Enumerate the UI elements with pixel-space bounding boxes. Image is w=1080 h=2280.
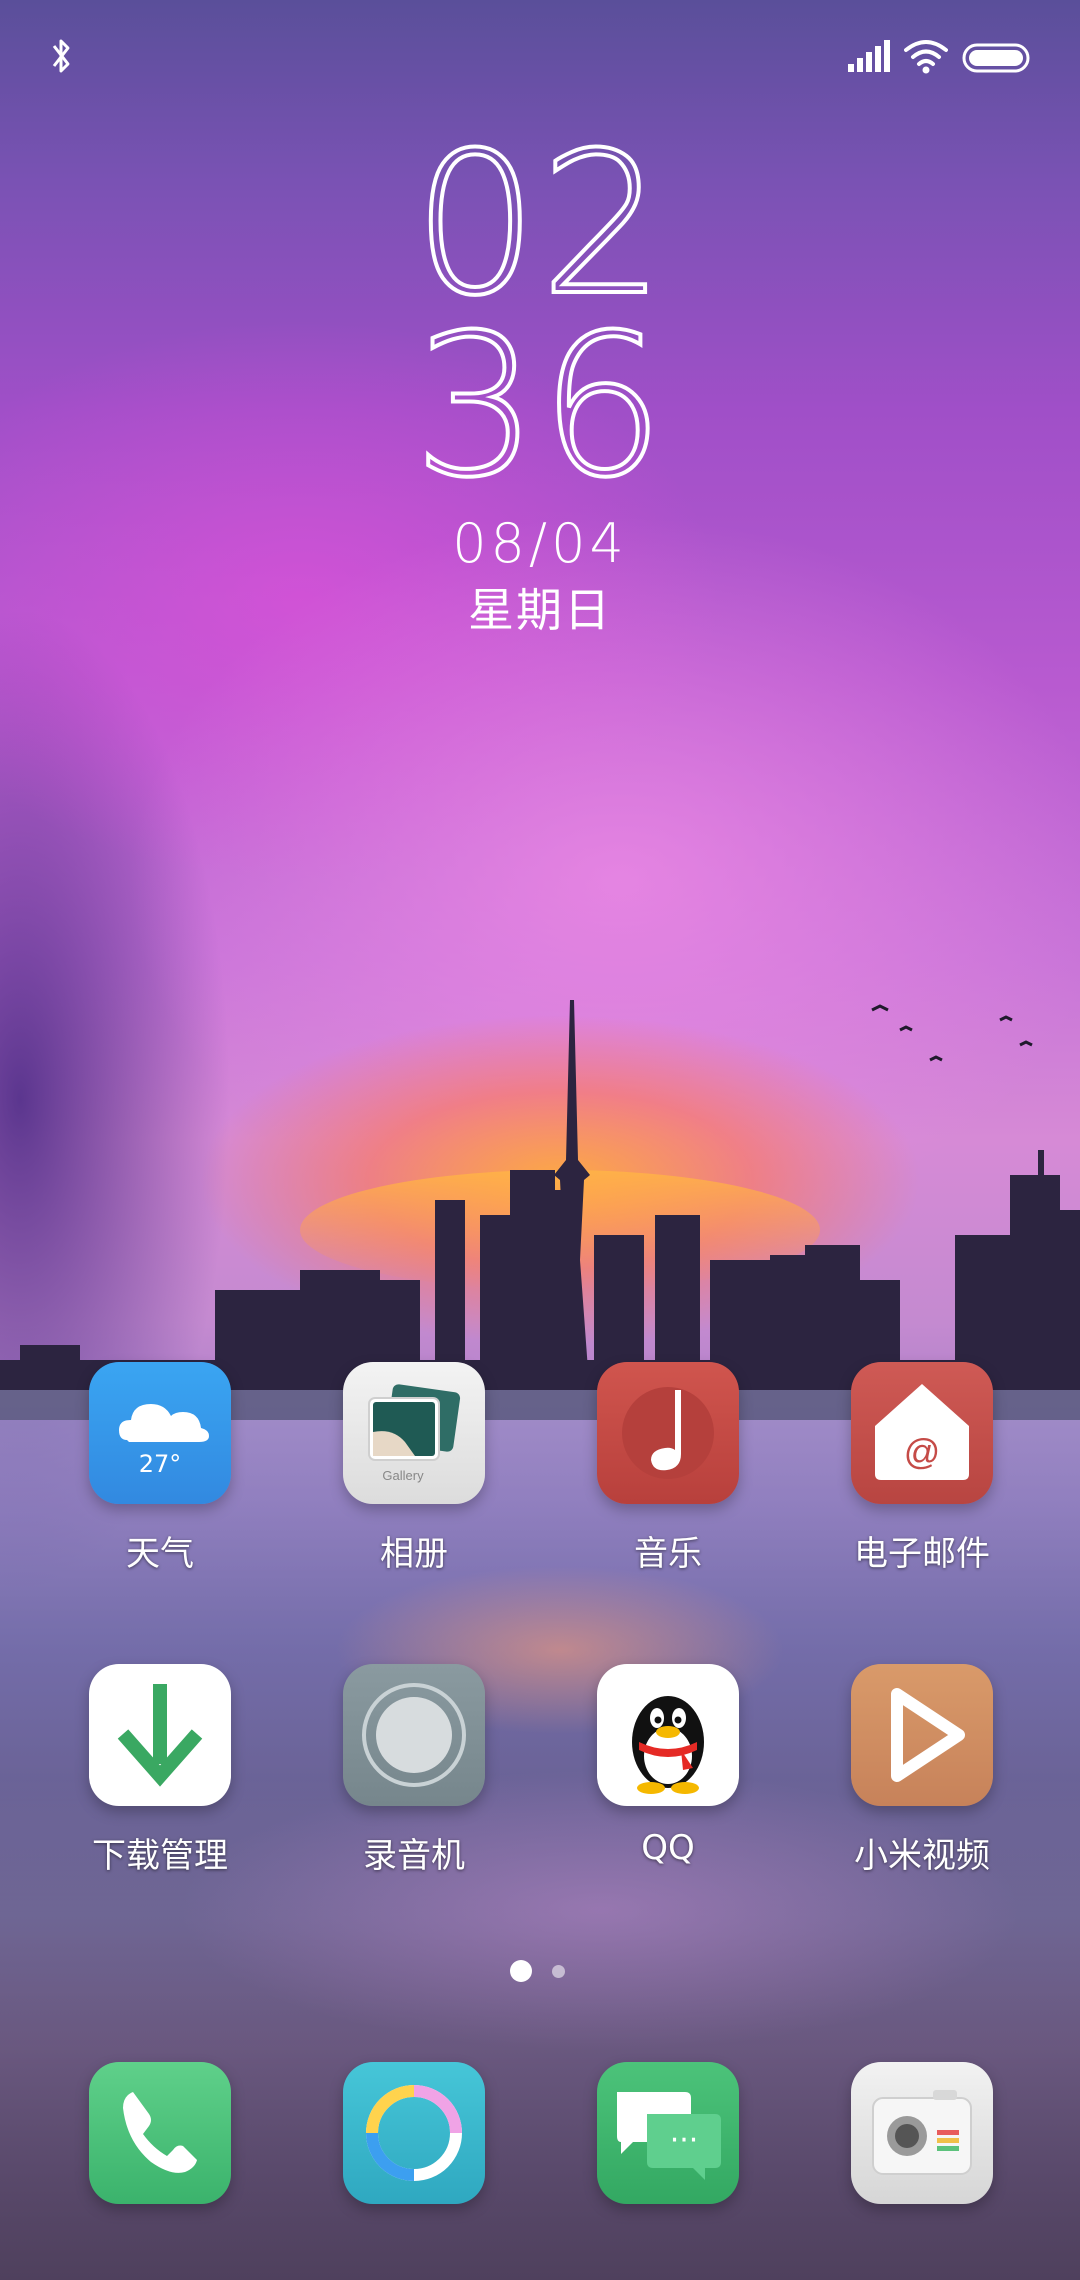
video-play-icon xyxy=(851,1664,993,1806)
weather-cloud-icon: 27° xyxy=(89,1362,231,1504)
status-bar xyxy=(0,0,1080,110)
camera-icon xyxy=(851,2062,993,2204)
app-label: 下载管理 xyxy=(92,1836,228,1876)
gallery-icon: Gallery xyxy=(343,1362,485,1504)
weather-temperature: 27° xyxy=(138,1450,182,1478)
app-label: 电子邮件 xyxy=(854,1534,990,1574)
clock-hours[interactable]: 02 xyxy=(0,125,1080,325)
dock-browser[interactable] xyxy=(304,2062,524,2204)
download-arrow-icon xyxy=(89,1664,231,1806)
page-dot[interactable] xyxy=(552,1965,565,1978)
date-label[interactable]: 08/04 xyxy=(0,512,1080,575)
app-recorder[interactable]: 录音机 xyxy=(304,1664,524,1877)
page-dot-active[interactable] xyxy=(510,1960,532,1982)
music-note-icon xyxy=(597,1362,739,1504)
dock-messages[interactable]: ··· xyxy=(558,2062,778,2204)
weekday-label[interactable]: 星期日 xyxy=(0,574,1080,640)
page-indicator xyxy=(0,1958,1080,1988)
wifi-icon xyxy=(904,40,948,74)
app-email[interactable]: @ 电子邮件 xyxy=(812,1362,1032,1575)
svg-text:@: @ xyxy=(904,1431,941,1472)
svg-text:···: ··· xyxy=(670,2123,699,2158)
app-label: 天气 xyxy=(126,1534,194,1574)
app-download-manager[interactable]: 下载管理 xyxy=(50,1664,270,1877)
qq-penguin-icon xyxy=(597,1664,739,1806)
svg-text:Gallery: Gallery xyxy=(382,1468,424,1483)
bluetooth-icon xyxy=(52,39,70,73)
phone-icon xyxy=(89,2062,231,2204)
signal-bars-icon xyxy=(848,40,890,72)
app-label: 音乐 xyxy=(634,1534,702,1574)
app-qq[interactable]: QQ xyxy=(558,1664,778,1868)
app-music[interactable]: 音乐 xyxy=(558,1362,778,1575)
browser-ring-icon xyxy=(343,2062,485,2204)
dock-phone[interactable] xyxy=(50,2062,270,2204)
clock-minutes-text: 36 xyxy=(411,293,667,521)
dock-camera[interactable] xyxy=(812,2062,1032,2204)
app-label: QQ xyxy=(641,1828,695,1868)
messages-icon: ··· xyxy=(597,2062,739,2204)
city-skyline-image xyxy=(0,1000,1080,1420)
app-weather[interactable]: 27° 天气 xyxy=(50,1362,270,1575)
clock-minutes[interactable]: 36 xyxy=(0,307,1080,507)
battery-icon xyxy=(962,43,1030,73)
app-gallery[interactable]: Gallery 相册 xyxy=(304,1362,524,1575)
app-label: 相册 xyxy=(380,1534,448,1574)
app-mi-video[interactable]: 小米视频 xyxy=(812,1664,1032,1877)
app-label: 小米视频 xyxy=(854,1836,990,1876)
recorder-icon xyxy=(343,1664,485,1806)
mail-house-icon: @ xyxy=(851,1362,993,1504)
app-label: 录音机 xyxy=(363,1836,465,1876)
